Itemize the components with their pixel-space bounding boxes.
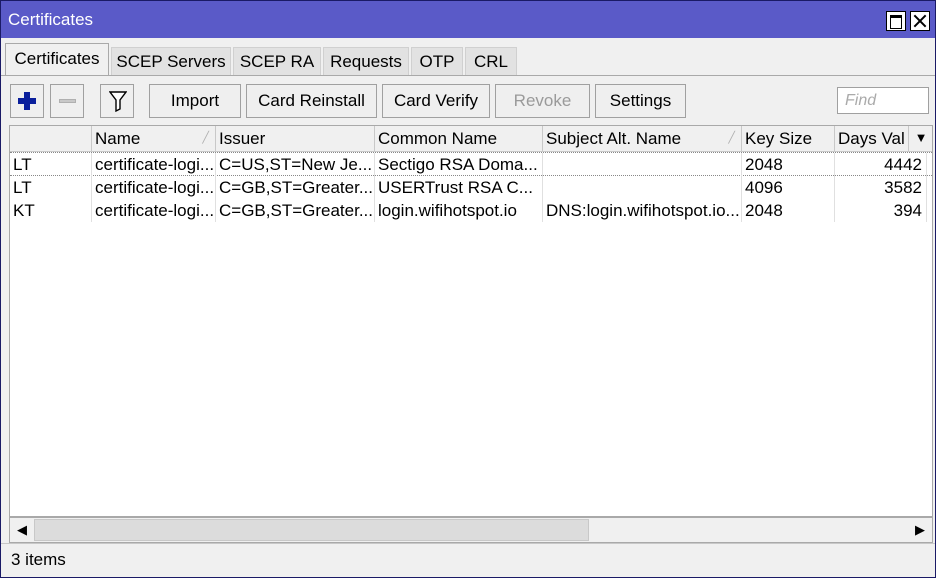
cell-flags: KT [10,199,92,222]
certificates-table: Name ╱ Issuer Common Name Subject Alt. Na… [9,125,933,517]
filter-icon [109,91,127,112]
column-header-issuer[interactable]: Issuer [216,126,375,151]
column-header-common-name[interactable]: Common Name [375,126,543,151]
plus-icon [18,92,36,110]
cell-flags: LT [10,176,92,199]
card-verify-button[interactable]: Card Verify [382,84,490,118]
cell-issuer: C=GB,ST=Greater... [216,199,375,222]
settings-button[interactable]: Settings [595,84,686,118]
cell-days-valid: 4442 [835,153,927,176]
cell-subject-alt-name [543,176,742,199]
cell-key-size: 2048 [742,199,835,222]
scroll-thumb[interactable] [34,519,589,541]
maximize-icon[interactable] [886,11,906,31]
cell-name: certificate-logi... [92,199,216,222]
item-count: 3 items [11,550,66,569]
cell-subject-alt-name [543,153,742,176]
window-title: Certificates [8,10,94,29]
import-button[interactable]: Import [149,84,241,118]
minus-icon [59,99,76,103]
table-row[interactable]: LT certificate-logi... C=US,ST=New Je...… [10,152,932,176]
column-header-label: Subject Alt. Name [546,129,682,148]
column-menu-icon[interactable]: ▼ [909,126,932,151]
cell-name: certificate-logi... [92,176,216,199]
tab-crl[interactable]: CRL [465,47,517,75]
column-header-key-size[interactable]: Key Size [742,126,835,151]
tab-certificates[interactable]: Certificates [5,43,109,76]
cell-common-name: Sectigo RSA Doma... [375,153,543,176]
sort-icon: ╱ [728,132,735,144]
column-header-label: Name [95,129,141,148]
revoke-button[interactable]: Revoke [495,84,590,118]
toolbar: Import Card Reinstall Card Verify Revoke… [1,79,935,123]
table-row[interactable]: LT certificate-logi... C=GB,ST=Greater..… [10,176,932,200]
table-header: Name ╱ Issuer Common Name Subject Alt. Na… [10,126,932,152]
title-bar[interactable]: Certificates [1,1,935,38]
scroll-right-icon[interactable]: ▶ [908,518,932,542]
cell-days-valid: 3582 [835,176,927,199]
tab-otp[interactable]: OTP [411,47,463,75]
remove-button[interactable] [50,84,84,118]
cell-key-size: 4096 [742,176,835,199]
horizontal-scrollbar[interactable]: ◀ ▶ [9,517,933,543]
tab-requests[interactable]: Requests [323,47,409,75]
add-button[interactable] [10,84,44,118]
cell-common-name: USERTrust RSA C... [375,176,543,199]
tab-bar: Certificates SCEP Servers SCEP RA Reques… [1,43,935,76]
tab-divider [1,75,935,76]
column-header-days-valid[interactable]: Days Val [835,126,909,151]
column-header-flags[interactable] [10,126,92,151]
sort-icon: ╱ [202,132,209,144]
cell-common-name: login.wifihotspot.io [375,199,543,222]
certificates-window: Certificates Certificates SCEP Servers S… [0,0,936,578]
cell-subject-alt-name: DNS:login.wifihotspot.io... [543,199,742,222]
cell-key-size: 2048 [742,153,835,176]
status-bar: 3 items [1,543,935,577]
card-reinstall-button[interactable]: Card Reinstall [246,84,377,118]
cell-issuer: C=GB,ST=Greater... [216,176,375,199]
close-icon[interactable] [910,11,930,31]
tab-scep-ra[interactable]: SCEP RA [233,47,321,75]
column-header-name[interactable]: Name ╱ [92,126,216,151]
column-header-subject-alt-name[interactable]: Subject Alt. Name ╱ [543,126,742,151]
tab-scep-servers[interactable]: SCEP Servers [111,47,231,75]
find-input[interactable] [837,87,929,114]
cell-name: certificate-logi... [92,153,216,176]
scroll-left-icon[interactable]: ◀ [10,518,34,542]
filter-button[interactable] [100,84,134,118]
cell-days-valid: 394 [835,199,927,222]
cell-issuer: C=US,ST=New Je... [216,153,375,176]
table-row[interactable]: KT certificate-logi... C=GB,ST=Greater..… [10,199,932,223]
cell-flags: LT [10,153,92,176]
